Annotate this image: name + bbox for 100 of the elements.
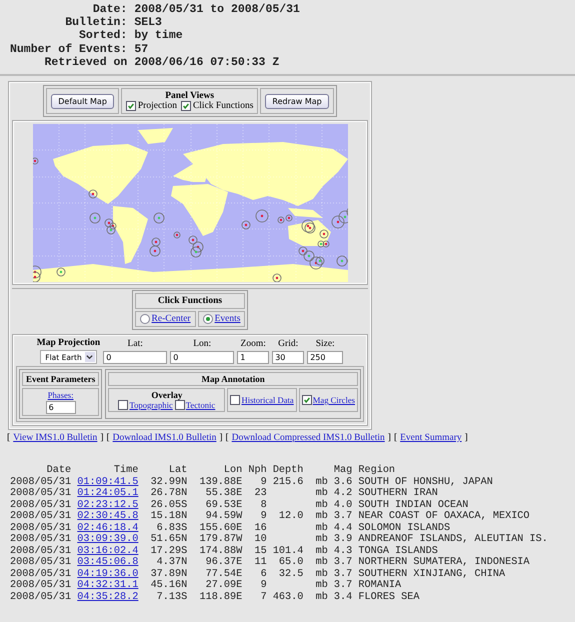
- time-link[interactable]: 02:23:12.5: [77, 500, 138, 512]
- table-cell-text: 2008/05/31: [10, 522, 72, 534]
- input-field[interactable]: 250: [307, 351, 344, 364]
- header-value: SEL3: [134, 16, 163, 30]
- table-cell-text: 16: [253, 522, 267, 534]
- bulletin-link[interactable]: Download Compressed IMS1.0 Bulletin: [232, 433, 385, 444]
- table-cell: 3.7: [334, 557, 352, 569]
- table-cell-text: 118.89E: [198, 592, 242, 604]
- time-link[interactable]: 04:35:28.2: [77, 592, 138, 604]
- table-cell-text: 2008/05/31: [10, 476, 72, 488]
- time-link[interactable]: 03:09:39.0: [77, 534, 138, 546]
- table-cell-text: 3.7: [334, 568, 352, 580]
- dropdown-icon: [84, 352, 95, 362]
- table-cell-text: mb: [314, 476, 328, 488]
- table-cell-text: mb: [314, 568, 328, 580]
- table-cell-text: NEAR COAST OF OAXACA, MEXICO: [358, 511, 531, 523]
- table-cell-text: ROMANIA: [358, 580, 402, 592]
- table-cell-text: mb: [314, 546, 328, 557]
- table-cell-text: 51.65N: [150, 534, 188, 546]
- overlay-title: Overlay: [151, 390, 182, 400]
- checkbox[interactable]: [180, 101, 191, 112]
- table-cell-text: 4.3: [334, 546, 352, 557]
- time-link[interactable]: 01:09:41.5: [77, 476, 138, 488]
- table-cell-text: 11: [253, 557, 267, 569]
- table-cell-text: SOUTH INDIAN OCEAN: [358, 500, 470, 511]
- table-cell-text: 9: [260, 580, 267, 592]
- redraw-map-button[interactable]: Redraw Map: [265, 94, 329, 109]
- table-cell-text: mb: [314, 557, 328, 568]
- time-link[interactable]: 02:46:18.4: [77, 522, 138, 534]
- checkbox[interactable]: [126, 101, 136, 112]
- map-projection-label: Map Projection: [36, 338, 100, 348]
- table-cell-text: mb: [314, 500, 328, 511]
- radio-button[interactable]: [202, 314, 213, 324]
- table-cell-text: 139.88E: [198, 476, 242, 488]
- table-cell-text: 94.59W: [204, 511, 242, 523]
- input-field[interactable]: 0: [103, 351, 168, 364]
- field-label: Grid:: [278, 339, 298, 350]
- table-cell: 3.9: [334, 534, 352, 546]
- checkbox-label: Click Functions: [192, 101, 254, 112]
- table-cell-text: 2008/05/31: [10, 546, 72, 557]
- table-cell-text: 9: [260, 511, 267, 523]
- time-link[interactable]: 03:45:06.8: [77, 557, 138, 569]
- checkbox[interactable]: [302, 395, 312, 406]
- table-cell-text: SOUTH OF HONSHU, JAPAN: [358, 476, 494, 488]
- table-cell-text: 179.87W: [198, 534, 242, 546]
- table-cell: 2008/05/31: [10, 592, 72, 604]
- table-cell-text: 2008/05/31: [10, 500, 72, 511]
- checkbox-link[interactable]: Tectonic: [186, 400, 216, 410]
- table-cell-text: 2008/05/31: [10, 580, 72, 592]
- phases-link[interactable]: Phases:: [48, 390, 74, 400]
- bulletin-link[interactable]: Download IMS1.0 Bulletin: [112, 433, 216, 444]
- table-cell-text: 8: [260, 500, 267, 511]
- input-field[interactable]: 30: [272, 351, 304, 364]
- bulletin-link[interactable]: View IMS1.0 Bulletin: [13, 433, 98, 444]
- checkbox[interactable]: [118, 400, 128, 410]
- bracket: ]: [388, 433, 391, 444]
- table-cell-text: NORTHERN SUMATERA, INDONESIA: [358, 557, 531, 569]
- phases-field[interactable]: 6: [46, 401, 76, 414]
- table-cell-text: 32.99N: [150, 476, 188, 488]
- bracket: [: [394, 433, 398, 444]
- table-cell-text: FLORES SEA: [358, 592, 420, 604]
- table-cell-text: 4.37N: [156, 557, 188, 569]
- table-cell-text: 4.4: [334, 522, 352, 534]
- time-link[interactable]: 04:19:36.0: [77, 568, 138, 580]
- input-field[interactable]: 1: [237, 351, 270, 364]
- table-cell-text: 15: [253, 546, 267, 557]
- header-value: 2008/06/16 07:50:33 Z: [134, 56, 280, 70]
- time-link[interactable]: 01:24:05.1: [77, 488, 138, 500]
- time-link[interactable]: 04:32:31.1: [77, 580, 138, 592]
- column-header: Date: [46, 465, 72, 476]
- table-cell-text: 2008/05/31: [10, 488, 72, 500]
- checkbox-link[interactable]: Topographic: [129, 400, 173, 410]
- table-cell-text: 27.09E: [204, 580, 242, 592]
- checkbox[interactable]: [174, 400, 185, 410]
- table-cell-text: 155.60E: [198, 522, 242, 534]
- table-cell-text: 77.54E: [204, 568, 242, 580]
- table-cell-text: mb: [314, 522, 328, 534]
- table-cell: 4.2: [334, 488, 352, 500]
- table-cell-text: 15.18N: [150, 511, 188, 523]
- radio-button[interactable]: [140, 314, 150, 324]
- time-link[interactable]: 02:30:45.8: [77, 511, 138, 523]
- header-value: by time: [134, 29, 184, 43]
- time-link[interactable]: 03:16:02.4: [77, 546, 138, 558]
- checkbox[interactable]: [230, 395, 240, 406]
- bracket: [: [226, 433, 229, 444]
- default-map-button[interactable]: Default Map: [51, 94, 114, 109]
- table-cell-text: 23: [253, 488, 267, 500]
- table-cell-text: 10: [253, 534, 267, 546]
- event-parameters-title: Event Parameters: [22, 372, 100, 386]
- table-cell-text: 17.29S: [150, 546, 188, 557]
- table-cell-text: SOUTHERN IRAN: [358, 488, 439, 500]
- header-label: Date:: [92, 3, 128, 16]
- table-cell-text: 7.13S: [156, 592, 188, 604]
- header-label: Retrieved on: [44, 56, 128, 70]
- table-cell-text: 3.6: [334, 476, 352, 488]
- input-field[interactable]: 0: [170, 351, 234, 364]
- table-cell-text: mb: [314, 592, 328, 604]
- bulletin-link[interactable]: Event Summary: [400, 433, 462, 444]
- table-cell-text: 4.0: [334, 500, 352, 511]
- column-header: Lat: [168, 465, 188, 477]
